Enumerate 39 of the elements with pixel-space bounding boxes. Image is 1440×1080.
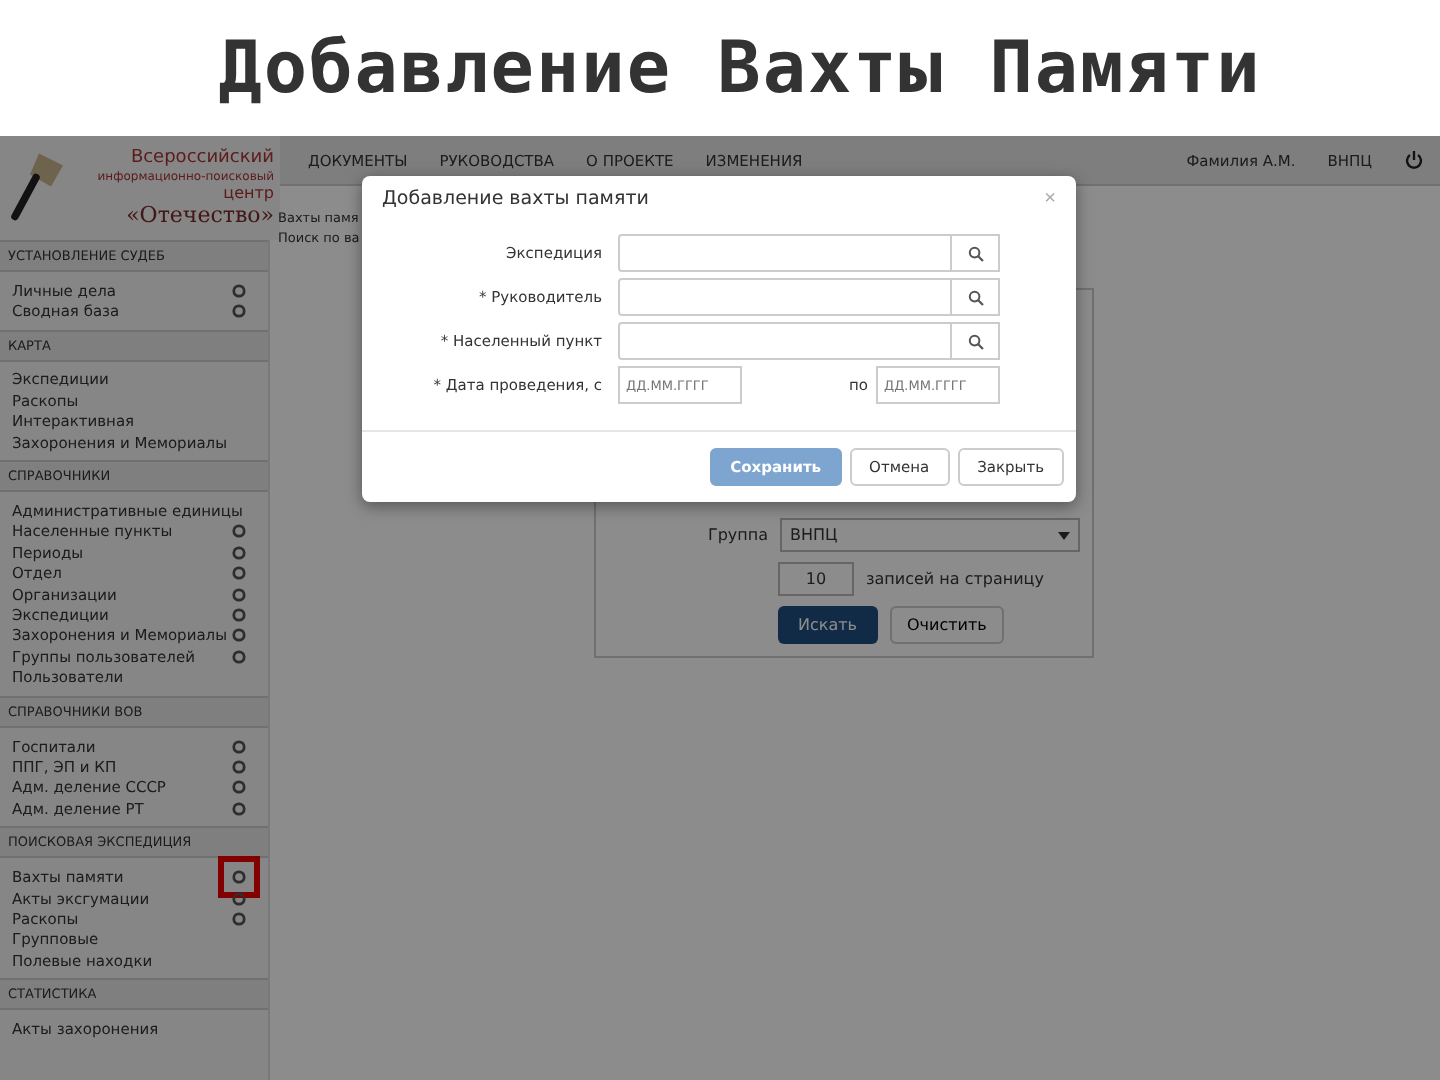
per-page-field[interactable]: 10 <box>778 562 854 596</box>
input-field[interactable] <box>618 322 952 360</box>
field-label: Группа <box>705 526 768 544</box>
logo-text: «Отечество» <box>126 202 274 228</box>
logo-text: центр <box>223 186 274 202</box>
settings-button[interactable] <box>230 605 248 624</box>
settings-button[interactable] <box>230 799 248 818</box>
group-select[interactable]: ВНПЦ <box>780 518 1080 552</box>
search-button[interactable] <box>952 322 1000 360</box>
clear-button[interactable]: Очистить <box>889 606 1005 644</box>
settings-button[interactable] <box>230 302 248 321</box>
settings-button[interactable] <box>230 909 248 928</box>
settings-button[interactable] <box>230 647 248 666</box>
dialog-title: Добавление вахты памяти <box>382 188 649 210</box>
settings-button[interactable] <box>230 543 248 562</box>
per-page-label: записей на страницу <box>866 570 1044 588</box>
settings-button[interactable] <box>230 757 248 776</box>
settings-button[interactable] <box>230 778 248 797</box>
slide-title: Добавление Вахты Памяти <box>216 25 1264 113</box>
input-field[interactable] <box>618 278 952 316</box>
power-icon[interactable] <box>1404 150 1424 170</box>
search-button[interactable]: Искать <box>778 606 877 644</box>
close-button[interactable]: × <box>1044 188 1056 210</box>
settings-button[interactable] <box>230 564 248 583</box>
settings-button[interactable] <box>230 626 248 645</box>
settings-button[interactable] <box>230 281 248 300</box>
search-button[interactable] <box>952 234 1000 272</box>
logo-text: Всероссийский <box>130 148 274 170</box>
settings-button[interactable] <box>230 737 248 756</box>
search-icon <box>967 245 983 261</box>
input-field[interactable] <box>618 234 952 272</box>
settings-button[interactable] <box>230 585 248 604</box>
settings-button[interactable] <box>218 856 260 899</box>
search-icon <box>967 289 983 305</box>
settings-button[interactable] <box>230 889 248 907</box>
caret-icon <box>1058 531 1070 539</box>
search-button[interactable] <box>952 278 1000 316</box>
search-icon <box>967 333 983 349</box>
settings-button[interactable] <box>230 522 248 541</box>
